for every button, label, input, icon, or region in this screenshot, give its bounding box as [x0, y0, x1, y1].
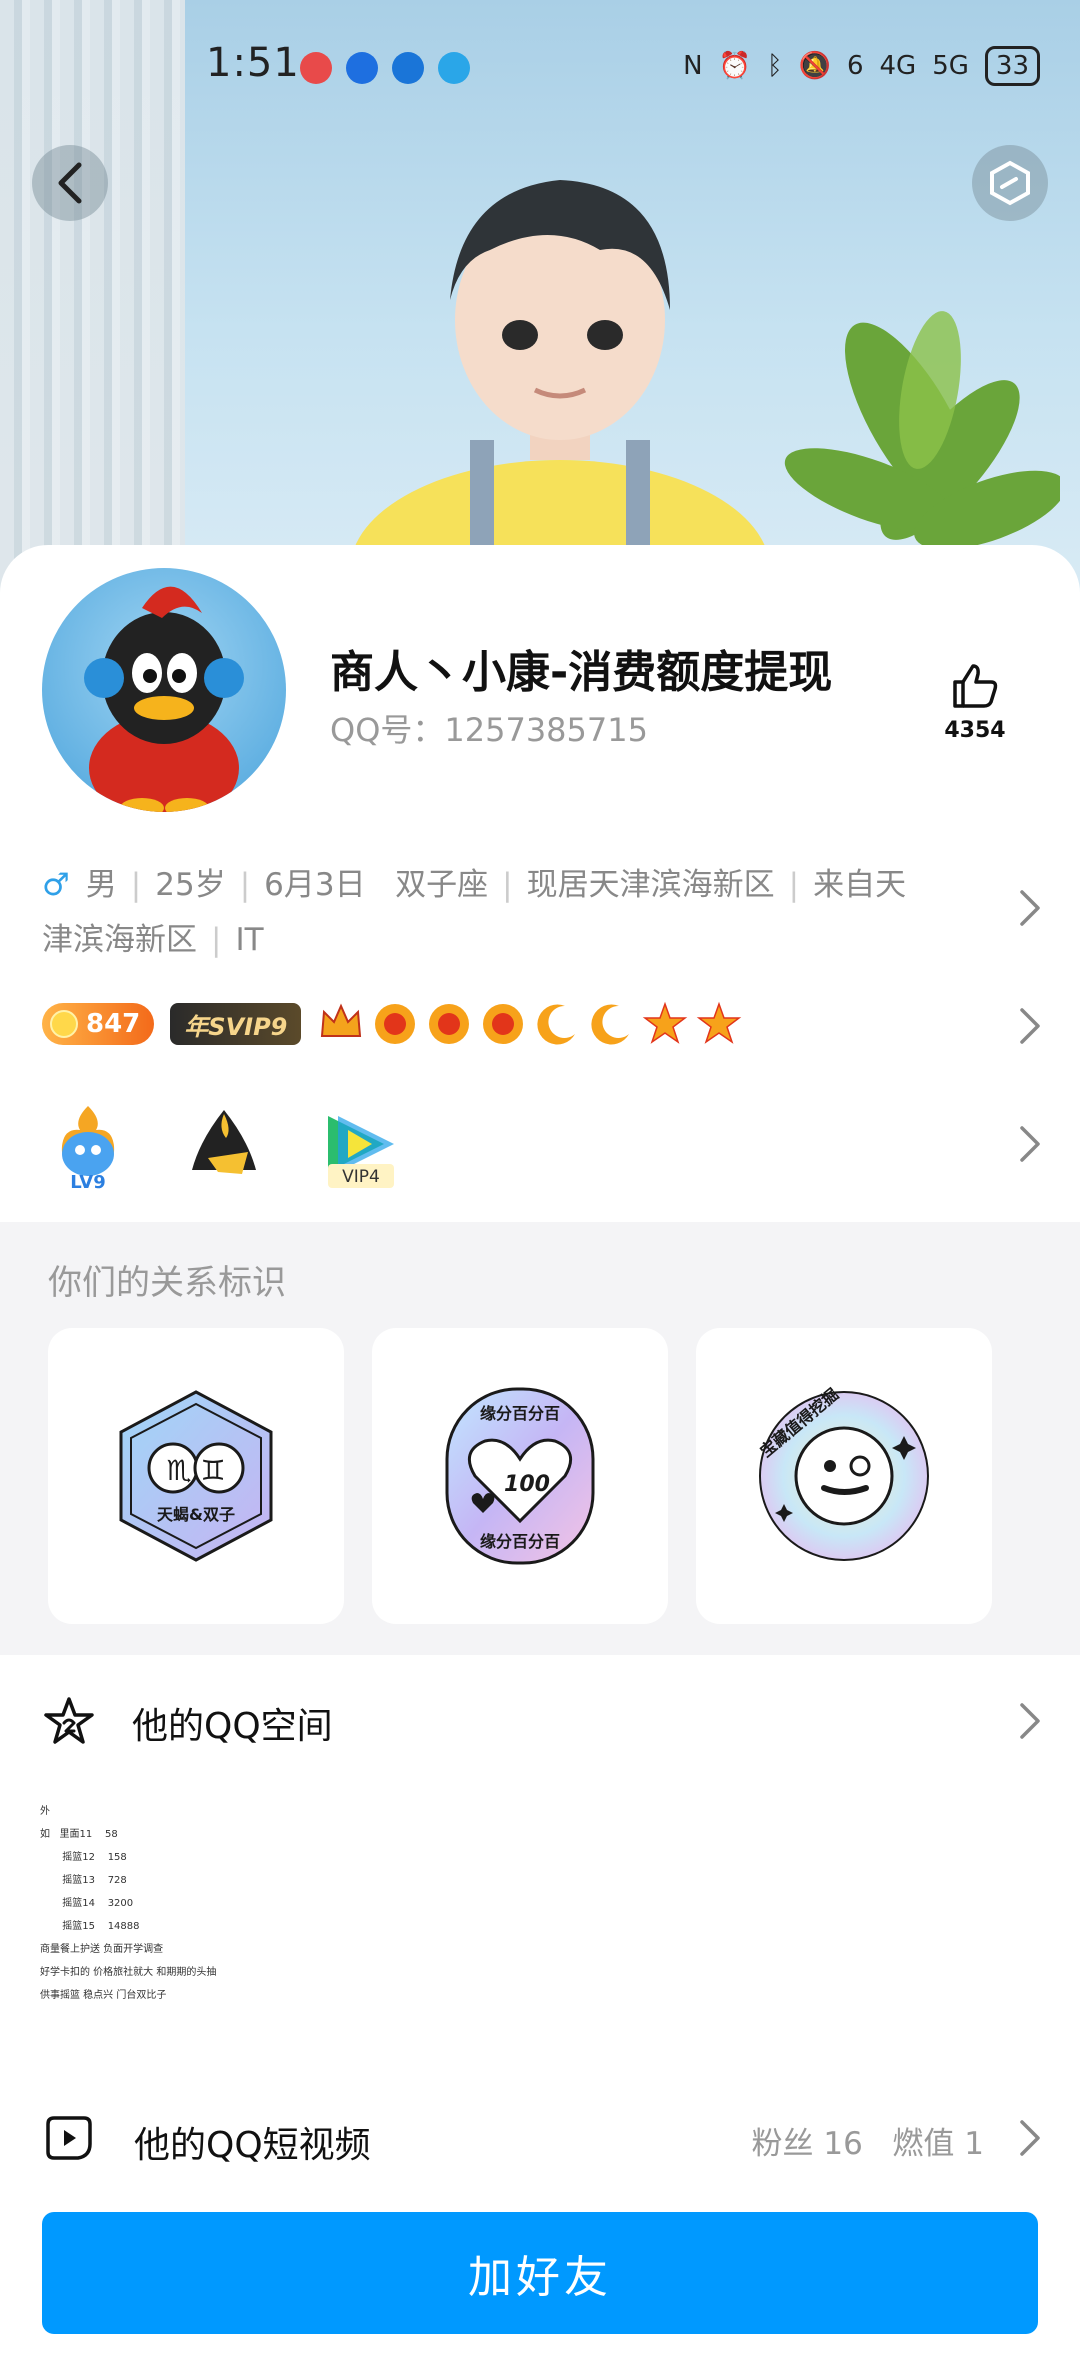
- nfc-icon: N: [683, 51, 703, 81]
- lv-label: LV9: [70, 1172, 105, 1192]
- back-button[interactable]: [32, 145, 108, 221]
- chevron-right-icon[interactable]: [1018, 2118, 1042, 2158]
- occupation: IT: [235, 922, 264, 958]
- app-notification-icon: [300, 52, 332, 84]
- video-icon: [46, 2116, 92, 2160]
- moon-icon: [587, 1000, 635, 1048]
- fate-score: 100: [504, 1472, 550, 1497]
- relation-card-zodiac[interactable]: ♏ ♊ 天蝎&双子: [48, 1328, 344, 1624]
- like-button[interactable]: 4354: [930, 660, 1020, 743]
- signal-4g-icon: 4G: [879, 51, 917, 81]
- zodiac: 双子座: [395, 867, 489, 903]
- preview-line: 好学卡扣的 价格旅社就大 和期期的头抽: [40, 1967, 217, 1978]
- heart-badge-icon: 缘分百分百 100 缘分百分百: [445, 1387, 595, 1565]
- preview-line: 摇篮13 728: [40, 1875, 127, 1886]
- wifi-icon: 6: [846, 51, 864, 81]
- preview-line: 摇篮15 14888: [40, 1921, 140, 1932]
- sun-icon: [425, 1000, 473, 1048]
- preview-line: 供事摇篮 稳点兴 门台双比子: [40, 1990, 167, 2001]
- short-video-stats: 粉丝 16 燃值 1: [752, 2118, 984, 2163]
- signal-5g-icon: 5G: [932, 51, 969, 81]
- zodiac-label: 天蝎&双子: [157, 1505, 235, 1524]
- sun-icon: [371, 1000, 419, 1048]
- like-count: 4354: [944, 718, 1006, 743]
- profile-banner: 1:51 N ⏰ ᛒ 🔕 6 4G 5G 33: [0, 0, 1080, 600]
- avatar-edit-button[interactable]: [972, 145, 1048, 221]
- preview-line: 如 里面11 58: [40, 1829, 118, 1840]
- smiley-badge-icon: 宝藏值得挖掘: [756, 1386, 929, 1561]
- chevron-right-icon[interactable]: [1018, 1124, 1042, 1164]
- battery-icon: 33: [984, 46, 1040, 86]
- status-time: 1:51: [206, 40, 300, 86]
- short-video-title[interactable]: 他的QQ短视频: [134, 2116, 371, 2168]
- coin-value: 847: [86, 1009, 141, 1039]
- bluetooth-icon: ᛒ: [766, 51, 783, 81]
- add-friend-button[interactable]: 加好友: [42, 2212, 1038, 2334]
- location: 现居天津滨海新区: [526, 867, 775, 903]
- crown-icon: [317, 1000, 365, 1048]
- chevron-right-icon[interactable]: [1018, 1701, 1042, 1741]
- svip-badge: 年SVIP9: [170, 1003, 302, 1045]
- chevron-left-icon: [58, 162, 82, 204]
- penguin-avatar-icon: [84, 586, 244, 812]
- weather-notification-icon: [392, 52, 424, 84]
- thumbs-up-icon: [953, 664, 998, 708]
- preview-line: 商量餐上护送 负面开学调查: [40, 1944, 164, 1955]
- zodiac-badge-icon: ♏ ♊ 天蝎&双子: [119, 1390, 273, 1562]
- qq-level-icon: LV9: [42, 1100, 134, 1193]
- notification-icons: [300, 52, 470, 84]
- qq-number[interactable]: QQ号：1257385715: [330, 705, 648, 751]
- vip-badges[interactable]: 847 年SVIP9: [42, 1000, 743, 1048]
- game-flame-icon: [178, 1100, 270, 1192]
- bulb-notification-icon: [346, 52, 378, 84]
- mute-icon: 🔕: [798, 51, 831, 81]
- chevron-right-icon[interactable]: [1018, 888, 1042, 928]
- spark-count: 燃值 1: [892, 2126, 984, 2162]
- fans-count: 粉丝 16: [751, 2126, 863, 2162]
- relation-title: 你们的关系标识: [48, 1263, 286, 1303]
- avatar-3d-character: [350, 180, 770, 600]
- profile-info[interactable]: ♂ 男 | 25岁 | 6月3日 双子座 | 现居天津滨海新区 | 来自天津滨海新区 | IT: [42, 858, 922, 968]
- preview-line: 摇篮14 3200: [40, 1898, 134, 1909]
- zodiac-symbols: ♏ ♊: [166, 1454, 225, 1487]
- alarm-icon: ⏰: [718, 51, 751, 81]
- gender: 男: [85, 867, 117, 903]
- qzone-preview[interactable]: 外 如 里面11 58 摇篮12 158 摇篮13 728 摇篮14 3200 …: [40, 1800, 216, 2007]
- sun-icon: [479, 1000, 527, 1048]
- star-icon: [641, 1000, 689, 1048]
- video-vip-icon: VIP4: [314, 1100, 406, 1192]
- male-icon: ♂: [42, 867, 70, 903]
- qzone-title[interactable]: 他的QQ空间: [132, 1697, 333, 1749]
- birthday: 6月3日: [264, 867, 366, 903]
- vip-label: VIP4: [342, 1167, 380, 1187]
- status-indicators: N ⏰ ᛒ 🔕 6 4G 5G 33: [683, 46, 1040, 86]
- compass-notification-icon: [438, 52, 470, 84]
- hexagon-icon: [990, 160, 1030, 206]
- nickname: 商人丶小康-消费额度提现: [330, 647, 833, 698]
- relation-card-treasure[interactable]: 宝藏值得挖掘: [696, 1328, 992, 1624]
- preview-line: 摇篮12 158: [40, 1852, 127, 1863]
- chevron-right-icon[interactable]: [1018, 1006, 1042, 1046]
- avatar[interactable]: [42, 568, 286, 812]
- age: 25岁: [155, 867, 226, 903]
- moon-icon: [533, 1000, 581, 1048]
- fate-label-top: 缘分百分百: [480, 1404, 560, 1423]
- game-icons[interactable]: LV9 VIP4: [42, 1100, 406, 1193]
- coin-icon: [50, 1010, 78, 1038]
- status-bar: 1:51 N ⏰ ᛒ 🔕 6 4G 5G 33: [0, 40, 1080, 100]
- fate-label-bottom: 缘分百分百: [480, 1532, 560, 1551]
- star-icon: [44, 1697, 94, 1744]
- star-icon: [695, 1000, 743, 1048]
- coin-badge: 847: [42, 1003, 155, 1045]
- preview-line: 外: [40, 1806, 50, 1817]
- relation-card-fate[interactable]: 缘分百分百 100 缘分百分百: [372, 1328, 668, 1624]
